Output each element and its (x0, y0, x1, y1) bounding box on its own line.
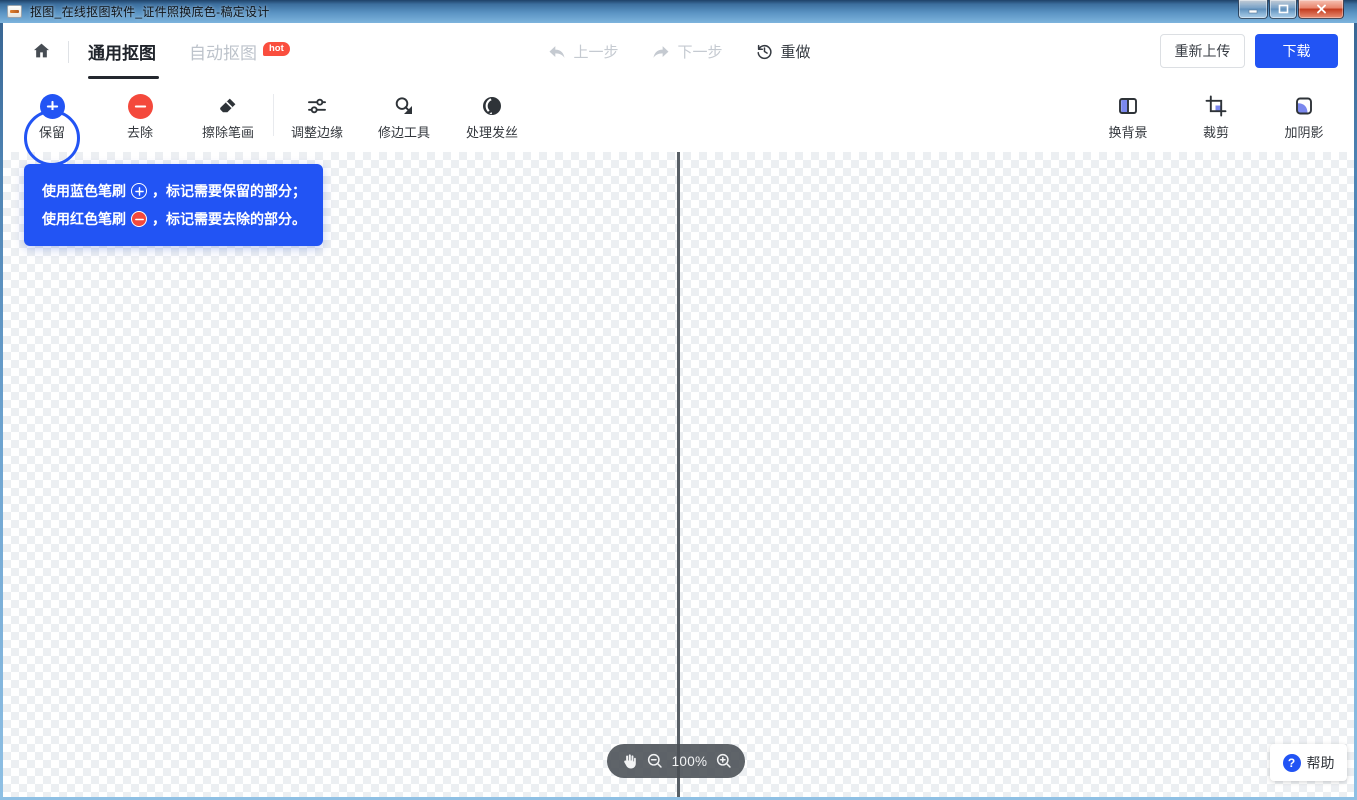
app-icon (7, 5, 22, 18)
toolbar-divider (273, 94, 274, 136)
sliders-icon (304, 93, 330, 119)
help-label: 帮助 (1307, 753, 1335, 773)
pan-hand-icon[interactable] (619, 752, 638, 771)
zoom-toolbar: 100% (607, 744, 745, 778)
zoom-out-icon[interactable] (646, 752, 664, 770)
hair-head-icon (479, 93, 505, 119)
remove-minus-icon (128, 94, 153, 119)
redo-all-label: 重做 (781, 41, 811, 62)
header-divider (68, 41, 69, 63)
tool-label: 保留 (39, 126, 65, 139)
browser-window: 抠图_在线抠图软件_证件照换底色-稿定设计 通用抠图 (0, 0, 1357, 800)
active-tab-underline (88, 76, 159, 79)
tool-trim[interactable]: 修边工具 (366, 83, 442, 149)
tool-remove[interactable]: 去除 (102, 83, 178, 149)
home-icon (31, 41, 52, 61)
history-controls: 上一步 下一步 重做 (546, 23, 810, 80)
tool-label: 修边工具 (378, 126, 430, 139)
minimize-button[interactable] (1238, 0, 1268, 19)
download-button[interactable]: 下载 (1255, 34, 1338, 68)
app-header: 通用抠图 自动抠图 hot 上一步 下一步 (3, 23, 1354, 80)
window-title: 抠图_在线抠图软件_证件照换底色-稿定设计 (30, 3, 270, 20)
add-shadow-icon (1291, 93, 1317, 119)
history-restore-icon (755, 42, 774, 61)
zoom-level: 100% (672, 754, 708, 769)
redo-label: 下一步 (677, 41, 722, 62)
tool-add-shadow[interactable]: 加阴影 (1266, 83, 1342, 149)
tool-hair[interactable]: 处理发丝 (454, 83, 530, 149)
reupload-button[interactable]: 重新上传 (1160, 34, 1245, 68)
tool-label: 换背景 (1108, 126, 1147, 139)
hot-badge: hot (263, 42, 290, 56)
tool-erase-stroke[interactable]: 擦除笔画 (190, 83, 266, 149)
maximize-button[interactable] (1269, 0, 1297, 19)
editing-canvas[interactable]: 使用蓝色笔刷 ，标记需要保留的部分； 使用红色笔刷 ，标记需要去除的部分。 (3, 152, 1354, 797)
tab-label: 自动抠图 (189, 39, 257, 64)
brush-tip-tooltip: 使用蓝色笔刷 ，标记需要保留的部分； 使用红色笔刷 ，标记需要去除的部分。 (24, 164, 323, 246)
tab-general-cutout[interactable]: 通用抠图 (88, 23, 156, 80)
tool-label: 去除 (127, 126, 153, 139)
image-divider-line (677, 152, 680, 797)
tool-adjust-edge[interactable]: 调整边缘 (279, 83, 355, 149)
window-titlebar: 抠图_在线抠图软件_证件照换底色-稿定设计 (0, 0, 1357, 23)
eraser-icon (215, 93, 241, 119)
tip-text: ，标记需要保留的部分； (152, 177, 306, 205)
tip-text: 使用蓝色笔刷 (42, 177, 126, 205)
undo-icon (546, 42, 566, 62)
tool-label: 加阴影 (1284, 126, 1323, 139)
help-button[interactable]: ? 帮助 (1270, 744, 1347, 781)
tip-text: ，标记需要去除的部分。 (152, 205, 306, 233)
question-mark-icon: ? (1283, 754, 1301, 772)
trim-pen-icon (391, 93, 417, 119)
keep-plus-icon (40, 94, 65, 119)
minus-circle-icon (131, 211, 147, 227)
tool-crop[interactable]: 裁剪 (1178, 83, 1254, 149)
close-button[interactable] (1298, 0, 1344, 19)
tool-change-background[interactable]: 换背景 (1090, 83, 1166, 149)
tool-label: 处理发丝 (466, 126, 518, 139)
tool-label: 擦除笔画 (202, 126, 254, 139)
redo-icon (650, 42, 670, 62)
redo-button[interactable]: 下一步 (650, 41, 722, 62)
tab-auto-cutout[interactable]: 自动抠图 (189, 23, 257, 80)
tab-label: 通用抠图 (88, 39, 156, 64)
undo-label: 上一步 (573, 41, 618, 62)
tool-bar: 保留 去除 擦除笔画 (3, 80, 1354, 152)
tool-label: 调整边缘 (291, 126, 343, 139)
undo-button[interactable]: 上一步 (546, 41, 618, 62)
tool-label: 裁剪 (1203, 126, 1229, 139)
crop-icon (1203, 93, 1229, 119)
change-background-icon (1115, 93, 1141, 119)
zoom-in-icon[interactable] (715, 752, 733, 770)
app-surface: 通用抠图 自动抠图 hot 上一步 下一步 (3, 23, 1354, 797)
tool-keep[interactable]: 保留 (14, 83, 90, 149)
plus-circle-icon (131, 183, 147, 199)
redo-all-button[interactable]: 重做 (755, 41, 811, 62)
home-button[interactable] (26, 36, 56, 66)
tip-text: 使用红色笔刷 (42, 205, 126, 233)
